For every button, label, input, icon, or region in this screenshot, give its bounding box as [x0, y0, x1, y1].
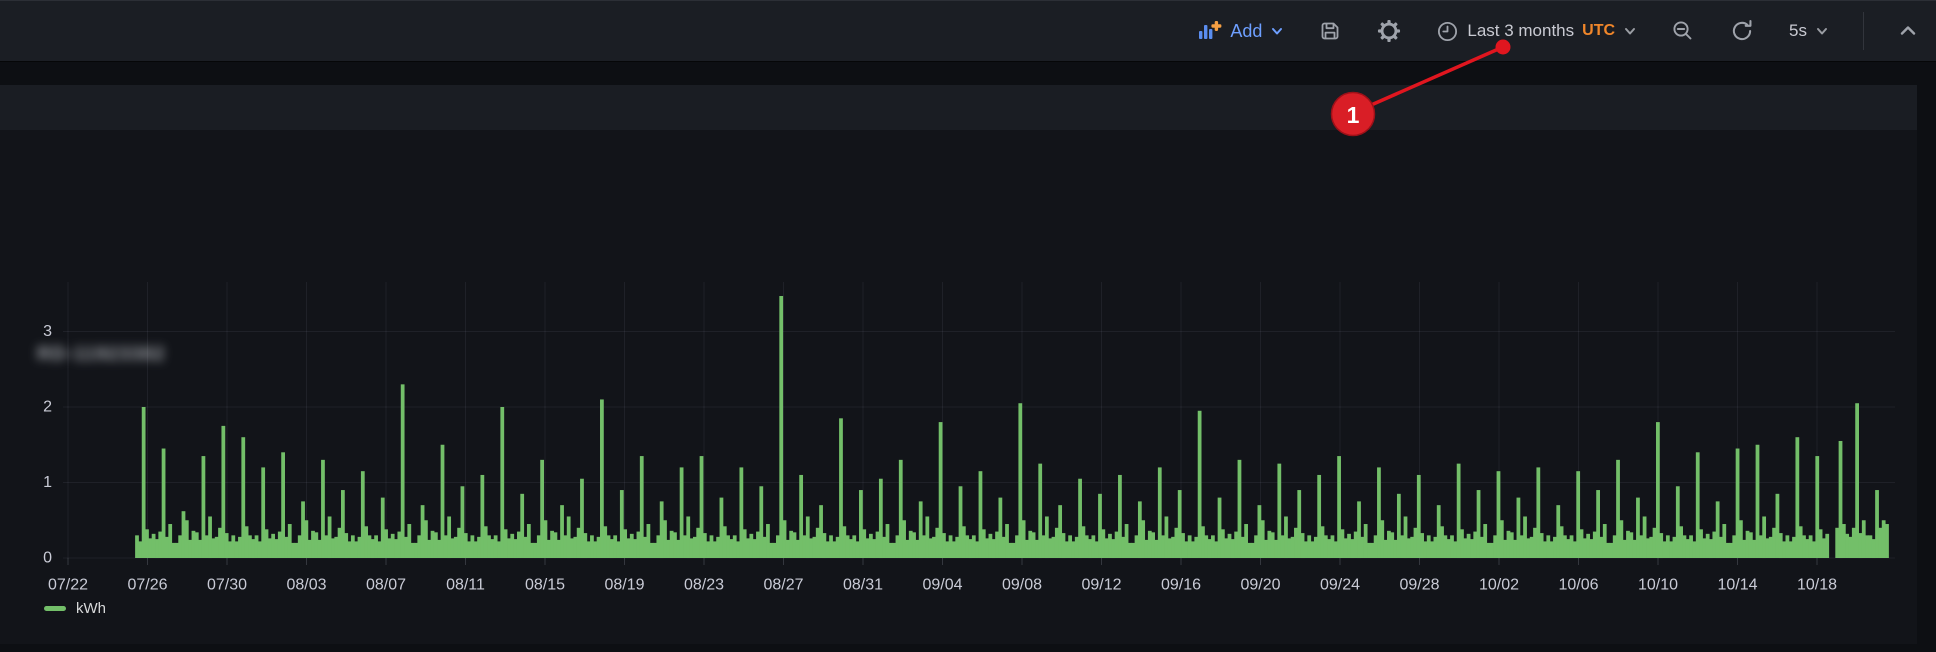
svg-text:08/19: 08/19 — [604, 576, 644, 593]
gear-icon — [1376, 18, 1402, 44]
svg-text:0: 0 — [43, 550, 52, 567]
add-button-label: Add — [1230, 21, 1262, 42]
svg-text:09/12: 09/12 — [1081, 576, 1121, 593]
svg-text:09/08: 09/08 — [1002, 576, 1042, 593]
svg-text:08/23: 08/23 — [684, 576, 724, 593]
svg-text:10/14: 10/14 — [1717, 576, 1757, 593]
svg-text:08/15: 08/15 — [525, 576, 565, 593]
add-panel-icon — [1198, 20, 1222, 42]
svg-text:08/11: 08/11 — [446, 576, 485, 593]
chevron-up-icon — [1898, 21, 1918, 41]
svg-text:07/30: 07/30 — [207, 576, 247, 593]
add-button[interactable]: Add — [1198, 20, 1284, 42]
legend-label: kWh — [76, 600, 106, 617]
refresh-icon — [1729, 18, 1755, 44]
dashboard-settings-button[interactable] — [1376, 18, 1402, 44]
chevron-down-icon — [1270, 24, 1284, 38]
zoom-out-time-button[interactable] — [1671, 19, 1695, 43]
svg-text:10/18: 10/18 — [1797, 576, 1837, 593]
svg-text:09/16: 09/16 — [1161, 576, 1201, 593]
zoom-out-icon — [1671, 19, 1695, 43]
save-dashboard-button[interactable] — [1318, 19, 1342, 43]
grafana-dashboard: { "toolbar": { "add_label": "Add", "time… — [0, 0, 1936, 652]
svg-text:09/28: 09/28 — [1399, 576, 1439, 593]
refresh-interval-dropdown[interactable]: 5s — [1789, 21, 1829, 41]
svg-text:09/20: 09/20 — [1240, 576, 1280, 593]
svg-text:08/07: 08/07 — [366, 576, 406, 593]
top-toolbar: Add — [0, 0, 1936, 62]
collapse-toolbar-button[interactable] — [1898, 21, 1918, 41]
save-icon — [1318, 19, 1342, 43]
svg-text:3: 3 — [43, 323, 52, 340]
svg-text:2: 2 — [43, 399, 52, 416]
svg-text:10/02: 10/02 — [1479, 576, 1519, 593]
svg-text:07/22: 07/22 — [48, 576, 88, 593]
refresh-interval-label: 5s — [1789, 21, 1807, 41]
svg-text:10/10: 10/10 — [1638, 576, 1678, 593]
svg-text:10/06: 10/06 — [1558, 576, 1598, 593]
timeseries-chart[interactable]: 0 1 2 3 07/22 07/26 07/30 08/03 08/07 08/11 08/15 0… — [0, 0, 1936, 652]
svg-text:08/27: 08/27 — [763, 576, 803, 593]
toolbar-actions: Add — [1198, 1, 1918, 61]
toolbar-divider — [1863, 12, 1864, 50]
chevron-down-icon — [1623, 24, 1637, 38]
legend-swatch — [44, 606, 66, 611]
refresh-button[interactable] — [1729, 18, 1755, 44]
panel-title-blurred: RD-11923382 — [37, 344, 165, 366]
svg-text:08/31: 08/31 — [843, 576, 883, 593]
time-range-label: Last 3 months — [1467, 21, 1574, 41]
svg-text:07/26: 07/26 — [127, 576, 167, 593]
legend-item-kwh[interactable]: kWh — [44, 600, 106, 617]
svg-text:1: 1 — [43, 474, 52, 491]
clock-icon — [1436, 20, 1459, 43]
time-range-picker[interactable]: Last 3 months UTC — [1436, 20, 1637, 43]
chevron-down-icon — [1815, 24, 1829, 38]
svg-text:09/24: 09/24 — [1320, 576, 1360, 593]
svg-text:08/03: 08/03 — [286, 576, 326, 593]
timezone-label: UTC — [1582, 22, 1615, 40]
svg-text:09/04: 09/04 — [922, 576, 962, 593]
